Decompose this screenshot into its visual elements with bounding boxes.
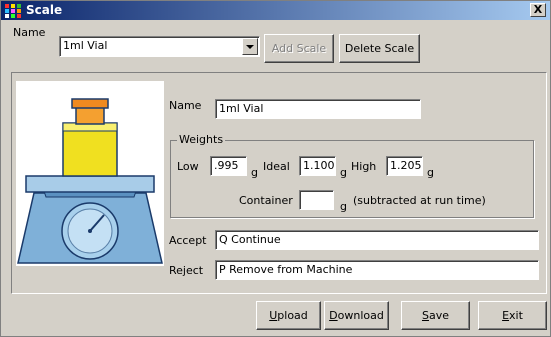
scale-illustration	[16, 81, 164, 266]
name-selector-label: Name	[13, 26, 46, 39]
reject-input[interactable]: P Remove from Machine	[215, 260, 539, 280]
scale-name-input[interactable]: 1ml Vial	[215, 99, 421, 119]
weights-legend: Weights	[177, 133, 226, 146]
window-title: Scale	[26, 3, 63, 17]
container-unit: g	[340, 200, 347, 213]
scale-name-label: Name	[169, 99, 202, 112]
delete-scale-button[interactable]: Delete Scale	[339, 34, 420, 63]
app-icon	[5, 4, 21, 18]
name-selector-combobox[interactable]: 1ml Vial	[59, 36, 260, 57]
ideal-label: Ideal	[263, 160, 290, 173]
high-label: High	[351, 160, 377, 173]
container-weight-input[interactable]	[299, 190, 334, 210]
name-selector-value: 1ml Vial	[63, 39, 108, 52]
accept-input[interactable]: Q Continue	[215, 230, 539, 250]
subtracted-note: (subtracted at run time)	[353, 194, 486, 207]
add-scale-button[interactable]: Add Scale	[264, 34, 334, 63]
low-weight-input[interactable]: .995	[210, 156, 247, 176]
exit-button[interactable]: Exit	[478, 301, 547, 330]
low-unit: g	[251, 166, 258, 179]
scale-window: Scale X Name 1ml Vial Add Scale Delete S…	[0, 0, 551, 337]
high-weight-input[interactable]: 1.205	[386, 156, 423, 176]
save-button[interactable]: Save	[401, 301, 470, 330]
container-label: Container	[239, 194, 293, 207]
ideal-weight-input[interactable]: 1.100	[299, 156, 336, 176]
close-icon[interactable]: X	[530, 3, 546, 17]
upload-button[interactable]: Upload	[256, 301, 321, 330]
high-unit: g	[427, 166, 434, 179]
title-bar: Scale X	[1, 1, 550, 20]
reject-label: Reject	[169, 264, 204, 277]
ideal-unit: g	[340, 166, 347, 179]
download-button[interactable]: Download	[324, 301, 389, 330]
low-label: Low	[177, 160, 199, 173]
accept-label: Accept	[169, 234, 207, 247]
dropdown-arrow-icon[interactable]	[242, 38, 258, 55]
